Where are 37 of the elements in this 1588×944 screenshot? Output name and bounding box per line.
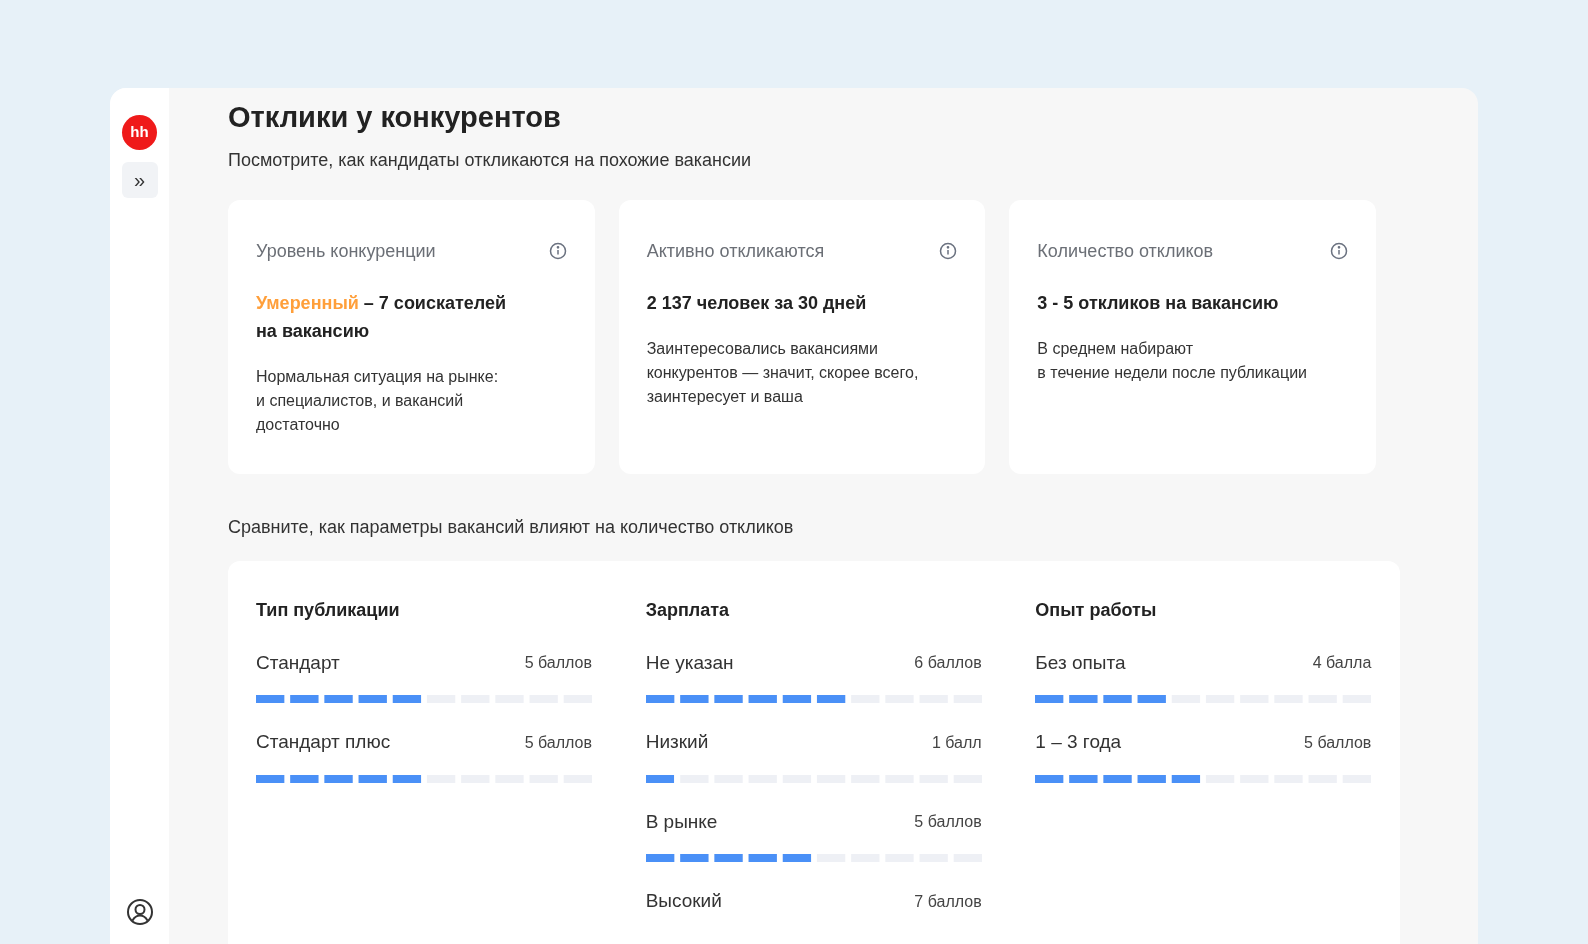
- score-text: 5 баллов: [524, 653, 592, 674]
- section-title: Сравните, как параметры вакансий влияют на количество откликов: [228, 515, 795, 539]
- card-label: Количество откликов: [1037, 239, 1214, 263]
- score-text: 6 баллов: [914, 653, 982, 674]
- parameter-label: Стандарт плюс: [256, 730, 391, 755]
- card-description: В среднем набирают в течение недели после публикации: [1037, 338, 1309, 383]
- score-text: 5 баллов: [914, 812, 982, 833]
- card-label: Уровень конкуренции: [256, 239, 436, 263]
- card-headline: 3 - 5 откликов на вакансию: [1037, 291, 1280, 315]
- info-icon[interactable]: [939, 242, 958, 261]
- expand-button[interactable]: »: [121, 162, 158, 198]
- group-title: Опыт работы: [1035, 598, 1158, 622]
- group-title: Тип публикации: [256, 598, 401, 622]
- parameter-label: В рынке: [645, 809, 718, 834]
- user-icon[interactable]: [125, 898, 154, 926]
- card-description: Заинтересовались вакансиями конкурентов — значит, скорее всего, заинтересует и ваша: [646, 338, 920, 407]
- info-icon[interactable]: [1330, 242, 1348, 261]
- card-label: Активно откликаются: [646, 239, 825, 263]
- page-subtitle: Посмотрите, как кандидаты откликаются на похожие вакансии: [228, 148, 753, 172]
- parameter-label: Стандарт: [256, 650, 340, 675]
- score-text: 5 баллов: [1304, 732, 1372, 753]
- logo[interactable]: hh: [122, 115, 157, 150]
- parameter-label: Не указан: [645, 650, 734, 675]
- card-description: Нормальная ситуация на рынке: и специалистов, и вакансий достаточно: [256, 366, 500, 435]
- parameter-label: Без опыта: [1035, 650, 1126, 675]
- score-text: 4 балла: [1312, 653, 1372, 674]
- score-text: 7 баллов: [914, 891, 982, 912]
- group-title: Зарплата: [645, 598, 731, 622]
- parameter-label: 1 – 3 года: [1035, 730, 1122, 755]
- parameter-label: Высокий: [645, 889, 722, 914]
- page-title: Отклики у конкурентов: [228, 100, 562, 135]
- score-text: 5 баллов: [524, 732, 592, 753]
- info-icon[interactable]: [548, 242, 567, 261]
- parameter-label: Низкий: [645, 730, 709, 755]
- card-headline: 2 137 человек за 30 дней: [646, 291, 868, 315]
- card-headline: Умеренный – 7 соискателей на вакансию: [256, 291, 508, 343]
- score-text: 1 балл: [931, 732, 982, 753]
